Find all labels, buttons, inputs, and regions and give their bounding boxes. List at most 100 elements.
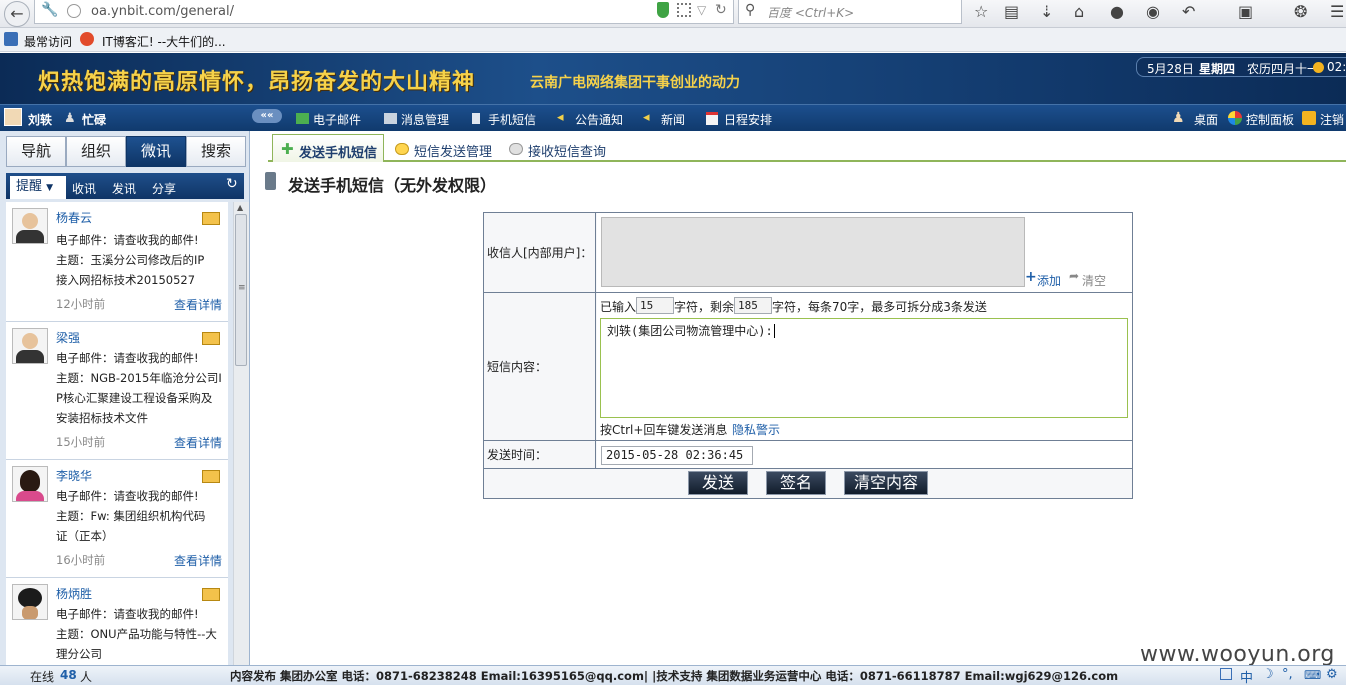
- signature-button[interactable]: 签名: [766, 471, 826, 495]
- keyboard-icon[interactable]: ⌨: [1304, 668, 1321, 682]
- home-icon[interactable]: ⌂: [1074, 2, 1084, 21]
- menu-messages[interactable]: 消息管理: [401, 111, 449, 128]
- tab-sms-manage[interactable]: 短信发送管理: [414, 141, 492, 160]
- bookmark-most-visited[interactable]: 最常访问: [24, 33, 72, 50]
- chat-icon[interactable]: ●: [1110, 2, 1124, 21]
- message-sender[interactable]: 杨春云: [56, 209, 92, 226]
- globe-icon: [67, 4, 81, 18]
- subtab-share[interactable]: 分享: [152, 180, 176, 197]
- send-time-input[interactable]: 2015-05-28 02:36:45: [601, 446, 753, 465]
- time-row: 发送时间： 2015-05-28 02:36:45: [484, 441, 1132, 469]
- add-icon[interactable]: +: [1025, 269, 1037, 285]
- bookmark-folder-icon: [4, 32, 18, 46]
- menu-desktop[interactable]: 桌面: [1194, 111, 1218, 128]
- message-sender[interactable]: 李晓华: [56, 467, 92, 484]
- extension-icon[interactable]: ❂: [1294, 2, 1307, 21]
- weibo-icon: [80, 32, 94, 46]
- user-status-icon: ♟: [64, 111, 76, 126]
- scroll-up-icon[interactable]: ▲: [237, 203, 243, 212]
- bookmark-it-blog[interactable]: IT博客汇! --大牛们的...: [102, 33, 226, 50]
- envelope-icon[interactable]: [202, 332, 220, 345]
- back-arrow-icon[interactable]: ←: [4, 1, 30, 27]
- clear-icon[interactable]: ➦: [1069, 269, 1079, 283]
- user-status[interactable]: 忙碌: [82, 111, 106, 128]
- menu-sms[interactable]: 手机短信: [488, 111, 536, 128]
- message-list: 杨春云 电子邮件：请查收我的邮件! 主题：玉溪分公司修改后的IP 接入网招标技术…: [6, 202, 228, 665]
- sms-content-textarea[interactable]: 刘轶(集团公司物流管理中心):: [600, 318, 1128, 418]
- tab-navigation[interactable]: 导航: [6, 136, 66, 167]
- download-icon[interactable]: ⇣: [1040, 2, 1053, 21]
- main-menu-bar: 刘轶 ♟ 忙碌 «« 电子邮件 消息管理 手机短信 ◂ 公告通知 ◂ 新闻 日程…: [0, 104, 1346, 131]
- envelope-icon[interactable]: [202, 212, 220, 225]
- tab-sms-received[interactable]: 接收短信查询: [528, 141, 606, 160]
- collapse-panel-button[interactable]: ««: [252, 109, 282, 123]
- send-button[interactable]: 发送: [688, 471, 748, 495]
- date-display: 5月28日 星期四 农历四月十一 02:3: [1136, 57, 1346, 77]
- logout-icon: [1302, 111, 1316, 125]
- menu-announcements[interactable]: 公告通知: [575, 111, 623, 128]
- message-time: 16小时前: [56, 553, 106, 567]
- menu-email[interactable]: 电子邮件: [313, 111, 361, 128]
- subtab-remind[interactable]: 提醒 ▼: [10, 176, 66, 199]
- undo-icon[interactable]: ↶: [1182, 2, 1195, 21]
- tab-send-sms[interactable]: ✚ 发送手机短信: [272, 134, 384, 162]
- menu-icon[interactable]: ☰: [1330, 2, 1344, 21]
- message-sender[interactable]: 杨炳胜: [56, 585, 92, 602]
- crop-icon[interactable]: ▣: [1238, 2, 1253, 21]
- tab-organization[interactable]: 组织: [66, 136, 126, 167]
- privacy-warning-link[interactable]: 隐私警示: [732, 421, 780, 438]
- message-sender[interactable]: 梁强: [56, 329, 80, 346]
- qr-code-icon[interactable]: [677, 3, 691, 17]
- menu-logout[interactable]: 注销: [1320, 111, 1344, 128]
- view-detail-link[interactable]: 查看详情: [174, 296, 222, 313]
- recipient-field[interactable]: [601, 217, 1025, 287]
- sub-tabs: 提醒 ▼ 收讯 发讯 分享 ↻: [6, 173, 244, 199]
- counter-suffix: 字符，每条70字，最多可拆分成3条发送: [772, 300, 987, 314]
- menu-news[interactable]: 新闻: [661, 111, 685, 128]
- view-detail-link[interactable]: 查看详情: [174, 552, 222, 569]
- subtab-sent[interactable]: 发讯: [112, 180, 136, 197]
- envelope-icon[interactable]: [202, 588, 220, 601]
- message-line: 电子邮件：请查收我的邮件!: [56, 489, 199, 503]
- clear-content-button[interactable]: 清空内容: [844, 471, 928, 495]
- menu-control-panel[interactable]: 控制面板: [1246, 111, 1294, 128]
- clear-recipient-link[interactable]: 清空: [1082, 272, 1106, 289]
- avatar: [12, 208, 48, 244]
- grip-icon: ≡: [238, 283, 246, 293]
- ime-chinese-icon[interactable]: 中: [1240, 667, 1253, 685]
- search-placeholder: 百度 <Ctrl+K>: [767, 6, 855, 20]
- time-cell: 2015-05-28 02:36:45: [597, 441, 1132, 468]
- search-box[interactable]: ⚲ 百度 <Ctrl+K>: [738, 0, 962, 24]
- comment-icon[interactable]: ◉: [1146, 2, 1160, 21]
- menu-schedule[interactable]: 日程安排: [724, 111, 772, 128]
- refresh-icon[interactable]: ↻: [226, 176, 238, 192]
- scrollbar-thumb[interactable]: ≡: [235, 214, 247, 366]
- message-line: 电子邮件：请查收我的邮件!: [56, 233, 199, 247]
- online-count[interactable]: 48: [60, 668, 77, 682]
- reload-icon[interactable]: ↻: [715, 2, 727, 18]
- avatar: [12, 584, 48, 620]
- settings-icon[interactable]: ⚙: [1326, 667, 1338, 682]
- plus-icon: ✚: [281, 140, 294, 158]
- dropdown-arrow-icon[interactable]: ▽: [697, 3, 706, 17]
- shield-icon[interactable]: [657, 2, 669, 18]
- tab-search[interactable]: 搜索: [186, 136, 246, 167]
- moon-icon[interactable]: ☽: [1262, 667, 1274, 682]
- send-hint: 按Ctrl+回车键发送消息: [600, 423, 728, 437]
- subtab-received[interactable]: 收讯: [72, 180, 96, 197]
- add-recipient-link[interactable]: 添加: [1037, 272, 1061, 289]
- punctuation-icon[interactable]: °,: [1282, 667, 1293, 682]
- ime-icon[interactable]: [1220, 668, 1232, 680]
- tab-microsms[interactable]: 微讯: [126, 136, 186, 167]
- sms-manage-icon: [395, 143, 409, 155]
- envelope-icon[interactable]: [202, 470, 220, 483]
- bookmark-list-icon[interactable]: ▤: [1004, 2, 1019, 21]
- view-detail-link[interactable]: 查看详情: [174, 434, 222, 451]
- star-icon[interactable]: ☆: [974, 2, 988, 21]
- message-line: 电子邮件：请查收我的邮件!: [56, 607, 199, 621]
- email-icon: [296, 113, 309, 124]
- list-item: 李晓华 电子邮件：请查收我的邮件! 主题：Fw: 集团组织机构代码 证（正本） …: [6, 460, 228, 578]
- user-name[interactable]: 刘轶: [28, 111, 52, 128]
- address-bar[interactable]: 🔧 oa.ynbit.com/general/ ▽ ↻: [34, 0, 734, 24]
- phone-icon: [265, 172, 276, 190]
